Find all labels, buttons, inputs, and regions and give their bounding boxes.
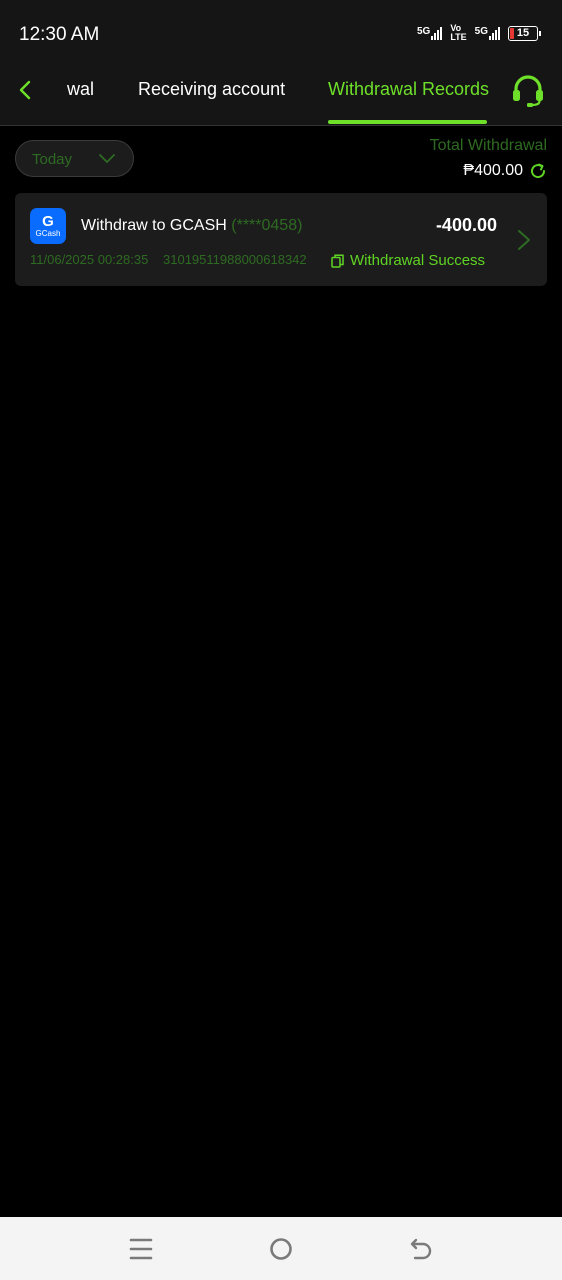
- top-nav: wal Receiving account Withdrawal Records: [0, 58, 562, 126]
- record-account: (****0458): [231, 217, 303, 234]
- chevron-right-icon: [518, 230, 530, 250]
- withdrawal-record-card[interactable]: G GCash Withdraw to GCASH (****0458) -40…: [15, 193, 547, 286]
- refresh-icon[interactable]: [529, 162, 547, 180]
- total-withdrawal-value: ₱400.00: [463, 162, 523, 179]
- status-time: 12:30 AM: [19, 24, 100, 45]
- tab-withdrawal[interactable]: wal: [67, 79, 94, 100]
- record-date: 11/06/2025 00:28:35: [30, 252, 149, 267]
- menu-icon[interactable]: [128, 1236, 154, 1262]
- tab-withdrawal-records[interactable]: Withdrawal Records: [328, 79, 489, 100]
- headset-icon[interactable]: [510, 74, 546, 108]
- chevron-down-icon: [99, 154, 115, 163]
- system-nav-bar: [0, 1217, 562, 1280]
- total-withdrawal-row: ₱400.00: [463, 162, 547, 180]
- record-status: Withdrawal Success: [350, 252, 486, 269]
- date-filter-value: Today: [32, 151, 73, 168]
- status-bar: 12:30 AM 5G Vo LTE 5G 15: [0, 0, 562, 58]
- battery-icon: 15: [508, 25, 541, 41]
- signal-5g-icon: 5G: [417, 26, 443, 40]
- copy-icon[interactable]: [331, 254, 344, 268]
- home-icon[interactable]: [268, 1236, 294, 1262]
- back-icon[interactable]: [408, 1236, 434, 1262]
- chevron-left-icon[interactable]: [14, 78, 38, 102]
- gcash-logo: G GCash: [30, 208, 66, 244]
- record-title: Withdraw to GCASH (****0458): [81, 217, 303, 234]
- active-tab-indicator: [328, 120, 487, 124]
- signal-5g-icon-2: 5G: [475, 26, 500, 40]
- volte-icon: Vo LTE: [450, 23, 467, 42]
- total-withdrawal-label: Total Withdrawal: [429, 137, 547, 154]
- date-filter-dropdown[interactable]: Today: [15, 140, 134, 177]
- record-amount: -400.00: [435, 215, 497, 235]
- record-id: 31019511988000618342: [163, 252, 307, 267]
- status-icons: 5G Vo LTE 5G 15: [417, 23, 541, 42]
- tab-receiving-account[interactable]: Receiving account: [138, 79, 285, 100]
